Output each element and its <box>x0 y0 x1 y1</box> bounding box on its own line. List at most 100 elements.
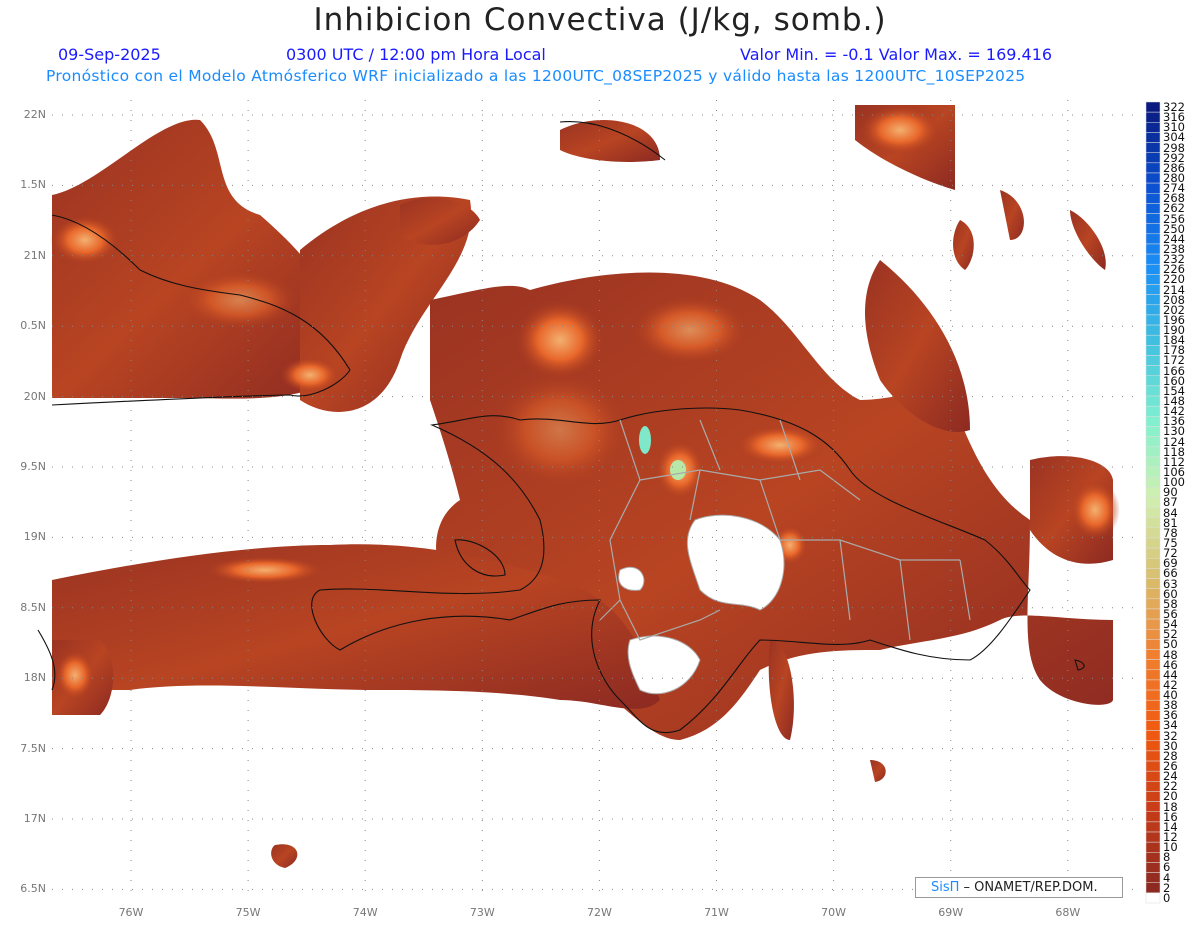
lon-label: 73W <box>469 906 495 919</box>
colorbar-swatch <box>1145 760 1161 772</box>
forecast-date: 09-Sep-2025 <box>58 45 161 64</box>
colorbar-swatch <box>1145 395 1161 407</box>
colorbar-swatch <box>1145 446 1161 458</box>
colorbar-swatch <box>1145 862 1161 873</box>
min-max-values: Valor Min. = -0.1 Valor Max. = 169.416 <box>740 45 1053 64</box>
colorbar-swatch <box>1145 821 1161 833</box>
colorbar-swatch <box>1145 547 1161 559</box>
lat-label: 7.5N <box>20 741 46 755</box>
colorbar-swatch <box>1145 507 1161 518</box>
colorbar-swatch <box>1145 811 1161 823</box>
colorbar-swatch <box>1145 253 1161 265</box>
colorbar-swatch <box>1145 111 1161 123</box>
colorbar-swatch <box>1145 659 1161 671</box>
colorbar-swatch <box>1145 375 1161 387</box>
lon-label: 69W <box>938 906 964 919</box>
colorbar-swatch <box>1145 243 1161 255</box>
colorbar-swatch <box>1145 679 1161 691</box>
lon-label: 71W <box>704 906 729 919</box>
lat-label: 6.5N <box>20 882 46 896</box>
colorbar-swatch <box>1145 598 1161 610</box>
colorbar-label: 0 <box>1163 890 1171 905</box>
credit-text: – ONAMET/REP.DOM. <box>959 880 1098 895</box>
colorbar-swatch <box>1145 517 1161 529</box>
colorbar-swatch <box>1145 710 1161 721</box>
colorbar-swatch <box>1145 568 1161 579</box>
lat-label: 0.5N <box>20 319 46 333</box>
map-title: Inhibicion Convectiva (J/kg, somb.) <box>313 2 887 38</box>
colorbar-swatch <box>1145 841 1161 853</box>
colorbar-swatch <box>1145 182 1161 194</box>
colorbar-swatch <box>1145 608 1161 620</box>
lat-label: 21N <box>23 248 46 262</box>
sispi-logo: SisΠ <box>931 880 960 895</box>
colorbar-swatch <box>1145 324 1161 336</box>
colorbar-swatch <box>1145 456 1161 468</box>
colorbar-swatch <box>1145 537 1161 549</box>
colorbar-swatch <box>1145 699 1161 711</box>
lon-label: 70W <box>821 906 847 919</box>
lon-label: 74W <box>352 906 378 919</box>
colorbar-swatch <box>1145 263 1161 275</box>
colorbar-swatch <box>1145 730 1161 742</box>
colorbar-swatch <box>1145 791 1161 802</box>
lat-label: 17N <box>23 812 46 825</box>
colorbar-swatch <box>1145 466 1161 478</box>
colorbar-swatch <box>1145 892 1161 904</box>
lat-label: 20N <box>23 389 46 403</box>
colorbar-swatch <box>1145 578 1161 589</box>
lat-label: 18N <box>23 671 46 685</box>
lat-label: 22N <box>23 108 46 121</box>
colorbar-swatch <box>1145 193 1161 204</box>
colorbar-swatch <box>1145 588 1161 600</box>
colorbar-swatch <box>1145 213 1161 224</box>
colorbar-swatch <box>1145 294 1161 306</box>
lon-label: 68W <box>1055 906 1081 919</box>
colorbar-swatch <box>1145 334 1161 346</box>
colorbar-swatch <box>1145 628 1161 640</box>
colorbar-swatch <box>1145 689 1161 701</box>
colorbar-swatch <box>1145 223 1161 235</box>
colorbar-swatch <box>1145 872 1161 883</box>
lon-label: 72W <box>586 906 612 919</box>
colorbar-swatch <box>1145 436 1161 447</box>
lon-label: 75W <box>235 906 261 919</box>
colorbar-swatch <box>1145 770 1161 782</box>
colorbar-swatch <box>1145 740 1161 752</box>
colorbar-swatch <box>1145 101 1161 113</box>
colorbar-swatch <box>1145 274 1161 285</box>
colorbar-swatch <box>1145 345 1161 356</box>
colorbar-swatch <box>1145 720 1161 731</box>
colorbar-swatch <box>1145 476 1161 488</box>
colorbar-swatch <box>1145 355 1161 366</box>
colorbar-swatch <box>1145 801 1161 812</box>
colorbar-swatch <box>1145 618 1161 630</box>
colorbar-swatch <box>1145 365 1161 377</box>
colorbar-swatch <box>1145 882 1161 894</box>
lat-label: 8.5N <box>20 600 46 614</box>
lon-label: 76W <box>118 906 144 919</box>
colorbar-swatch <box>1145 405 1161 417</box>
forecast-map <box>37 100 1161 904</box>
colorbar <box>1145 101 1161 904</box>
colorbar-swatch <box>1145 132 1161 143</box>
colorbar-swatch <box>1145 142 1161 153</box>
colorbar-swatch <box>1145 639 1161 650</box>
colorbar-swatch <box>1145 649 1161 660</box>
lat-label: 1.5N <box>20 178 46 192</box>
colorbar-swatch <box>1145 122 1161 133</box>
colorbar-swatch <box>1145 852 1161 863</box>
colorbar-swatch <box>1145 487 1161 498</box>
colorbar-swatch <box>1145 314 1161 326</box>
colorbar-swatch <box>1145 558 1161 569</box>
model-subtitle: Pronóstico con el Modelo Atmósferico WRF… <box>46 67 1026 85</box>
colorbar-swatch <box>1145 385 1161 397</box>
colorbar-swatch <box>1145 162 1161 174</box>
colorbar-swatch <box>1145 781 1161 792</box>
colorbar-swatch <box>1145 304 1161 316</box>
colorbar-swatch <box>1145 497 1161 508</box>
colorbar-swatch <box>1145 669 1161 681</box>
lat-label: 9.5N <box>20 460 46 473</box>
lat-label: 19N <box>23 530 46 544</box>
colorbar-swatch <box>1145 203 1161 214</box>
